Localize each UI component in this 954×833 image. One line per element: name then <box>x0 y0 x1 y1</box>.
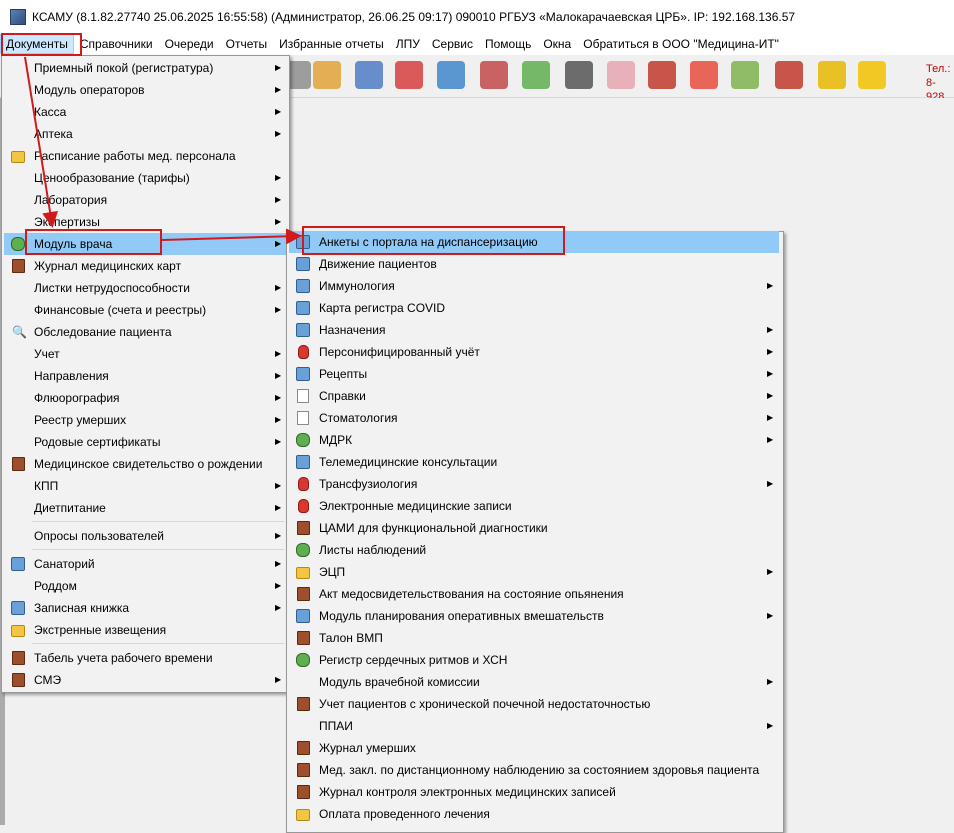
arrow-to-portal-forms <box>161 228 302 245</box>
arrow-to-doctor-module <box>24 56 58 228</box>
annotation-arrows <box>24 56 302 245</box>
